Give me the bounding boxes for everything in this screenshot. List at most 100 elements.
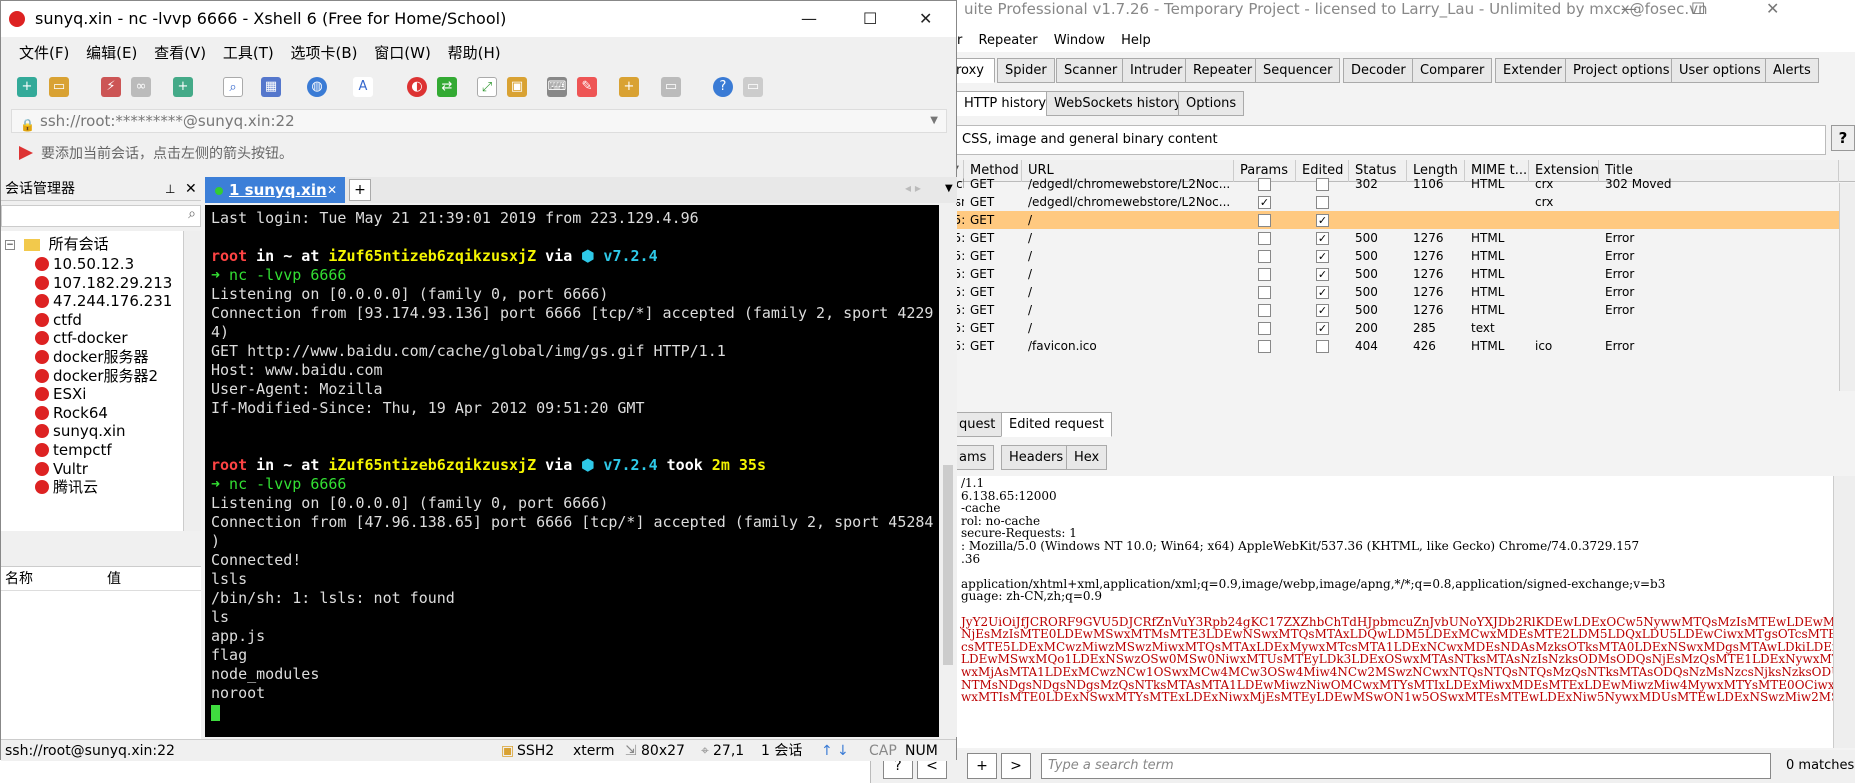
- edited-checkbox[interactable]: ✓: [1316, 322, 1329, 335]
- tab-sequencer[interactable]: Sequencer: [1255, 58, 1341, 83]
- disconnect-icon[interactable]: ⚡: [101, 77, 121, 97]
- chat-icon[interactable]: ▭: [743, 77, 763, 97]
- search-input[interactable]: Type a search term: [1041, 753, 1771, 779]
- arrow-icon[interactable]: [19, 146, 33, 160]
- xftp-icon[interactable]: ◐: [407, 77, 427, 97]
- menu-tab[interactable]: 选项卡(B): [291, 44, 358, 62]
- tab-proxy-options[interactable]: Options: [1178, 91, 1245, 116]
- open-folder-icon[interactable]: ▭: [49, 77, 69, 97]
- session-item[interactable]: tempctf: [35, 441, 112, 459]
- scroll-thumb[interactable]: [943, 465, 953, 665]
- edited-checkbox[interactable]: ✓: [1316, 232, 1329, 245]
- session-item[interactable]: 107.182.29.213: [35, 274, 172, 292]
- lock-icon[interactable]: ▣: [507, 77, 527, 97]
- burp-menu-item[interactable]: Window: [1054, 33, 1105, 48]
- xshell-maximize-button[interactable]: ☐: [863, 1, 877, 37]
- download-icon[interactable]: ↓: [837, 740, 849, 762]
- burp-close-button[interactable]: ✕: [1766, 0, 1779, 18]
- request-body[interactable]: /1.1 6.138.65:12000 -cache rol: no-cache sec…: [871, 476, 1833, 748]
- add-folder-icon[interactable]: +: [619, 77, 639, 97]
- tree-root[interactable]: − 所有会话: [5, 233, 109, 255]
- params-checkbox[interactable]: [1258, 340, 1271, 353]
- tab-extender[interactable]: Extender: [1495, 58, 1570, 83]
- tab-http-history[interactable]: HTTP history: [956, 91, 1055, 116]
- filter-bar[interactable]: CSS, image and general binary content: [871, 125, 1826, 155]
- layout-icon[interactable]: ▦: [261, 77, 281, 97]
- session-scrollbar[interactable]: [183, 231, 201, 531]
- menu-view[interactable]: 查看(V): [154, 44, 206, 62]
- history-scrollbar[interactable]: [1839, 183, 1855, 391]
- tab-websockets-history[interactable]: WebSockets history: [1046, 91, 1190, 116]
- add-tab-button[interactable]: +: [349, 179, 371, 201]
- menu-window[interactable]: 窗口(W): [374, 44, 431, 62]
- session-item[interactable]: 腾讯云: [35, 478, 98, 496]
- session-item[interactable]: docker服务器2: [35, 367, 158, 385]
- close-icon[interactable]: ✕: [185, 177, 197, 201]
- table-row[interactable]: /47.96.138.65:12000GET/5001276HTMLError✓: [871, 229, 1839, 247]
- edited-checkbox[interactable]: [1316, 196, 1329, 209]
- session-item[interactable]: sunyq.xin: [35, 422, 126, 440]
- terminal[interactable]: Last login: Tue May 21 21:39:01 2019 fro…: [205, 205, 939, 737]
- burp-menu-item[interactable]: r: [957, 33, 962, 48]
- tab-comparer[interactable]: Comparer: [1412, 58, 1493, 83]
- help-button[interactable]: ?: [1831, 125, 1855, 151]
- tab-spider[interactable]: Spider: [997, 58, 1055, 83]
- tab-hex[interactable]: Hex: [1066, 445, 1108, 470]
- burp-maximize-button[interactable]: ☐: [1691, 0, 1705, 18]
- table-row[interactable]: /r2---sn-n4v7sn7y.gvt...GET/edgedl/chrom…: [871, 193, 1839, 211]
- fullscreen-icon[interactable]: ⤢: [477, 77, 497, 97]
- xftp-transfer-icon[interactable]: ⇄: [437, 77, 457, 97]
- params-checkbox[interactable]: [1258, 214, 1271, 227]
- tab-proxy[interactable]: roxy: [953, 58, 995, 83]
- menu-edit[interactable]: 编辑(E): [86, 44, 137, 62]
- tab-sunyq[interactable]: 1 sunyq.xin ✕: [205, 177, 345, 203]
- session-item[interactable]: ctf-docker: [35, 329, 128, 347]
- tab-edited-request[interactable]: Edited request: [1001, 412, 1112, 437]
- menu-file[interactable]: 文件(F): [19, 44, 69, 62]
- burp-minimize-button[interactable]: —: [1621, 0, 1637, 18]
- params-checkbox[interactable]: [1258, 178, 1271, 191]
- session-item[interactable]: ctfd: [35, 311, 82, 329]
- highlight-icon[interactable]: ✎: [577, 77, 597, 97]
- burp-menu-item[interactable]: Repeater: [979, 33, 1038, 48]
- xshell-minimize-button[interactable]: —: [801, 1, 817, 37]
- compose-icon[interactable]: ▭: [661, 77, 681, 97]
- burp-menu-item[interactable]: Help: [1121, 33, 1151, 48]
- find-icon[interactable]: ⌕: [223, 77, 243, 97]
- tab-decoder[interactable]: Decoder: [1343, 58, 1414, 83]
- params-checkbox[interactable]: [1258, 250, 1271, 263]
- keyboard-icon[interactable]: ⌨: [547, 77, 567, 97]
- table-row[interactable]: /47.96.138.65:12000GET/5001276HTMLError✓: [871, 283, 1839, 301]
- session-item[interactable]: 47.244.176.231: [35, 292, 172, 310]
- table-row[interactable]: /47.96.138.65:12000GET/200285text✓: [871, 319, 1839, 337]
- menu-tools[interactable]: 工具(T): [223, 44, 274, 62]
- tab-alerts[interactable]: Alerts: [1765, 58, 1819, 83]
- chevron-down-icon[interactable]: ▼: [945, 183, 953, 194]
- table-row[interactable]: /47.96.138.65:12000GET/✓: [871, 211, 1839, 229]
- edited-checkbox[interactable]: ✓: [1316, 286, 1329, 299]
- chevron-down-icon[interactable]: ▼: [930, 110, 938, 132]
- tab-original-request[interactable]: quest: [951, 412, 1004, 437]
- table-row[interactable]: /47.96.138.65:12000GET/5001276HTMLError✓: [871, 301, 1839, 319]
- font-icon[interactable]: A: [353, 77, 373, 97]
- tab-project-options[interactable]: Project options: [1565, 58, 1678, 83]
- table-row[interactable]: medi/edgedl/chromewebstore...GET/edgedl/…: [871, 175, 1839, 193]
- params-checkbox[interactable]: [1258, 322, 1271, 335]
- params-checkbox[interactable]: [1258, 304, 1271, 317]
- reconnect-icon[interactable]: ∞: [131, 77, 151, 97]
- edited-checkbox[interactable]: ✓: [1316, 250, 1329, 263]
- params-checkbox[interactable]: [1258, 268, 1271, 281]
- collapse-icon[interactable]: −: [5, 239, 15, 250]
- tab-user-options[interactable]: User options: [1671, 58, 1769, 83]
- tab-repeater[interactable]: Repeater: [1185, 58, 1261, 83]
- session-item[interactable]: Vultr: [35, 460, 88, 478]
- session-item[interactable]: 10.50.12.3: [35, 255, 134, 273]
- params-checkbox[interactable]: [1258, 232, 1271, 245]
- session-item[interactable]: Rock64: [35, 404, 108, 422]
- edited-checkbox[interactable]: ✓: [1316, 304, 1329, 317]
- edited-checkbox[interactable]: ✓: [1316, 268, 1329, 281]
- upload-icon[interactable]: ↑: [821, 740, 833, 762]
- menu-help[interactable]: 帮助(H): [448, 44, 501, 62]
- globe-icon[interactable]: ◍: [307, 77, 327, 97]
- session-search-input[interactable]: ⌕: [1, 205, 201, 227]
